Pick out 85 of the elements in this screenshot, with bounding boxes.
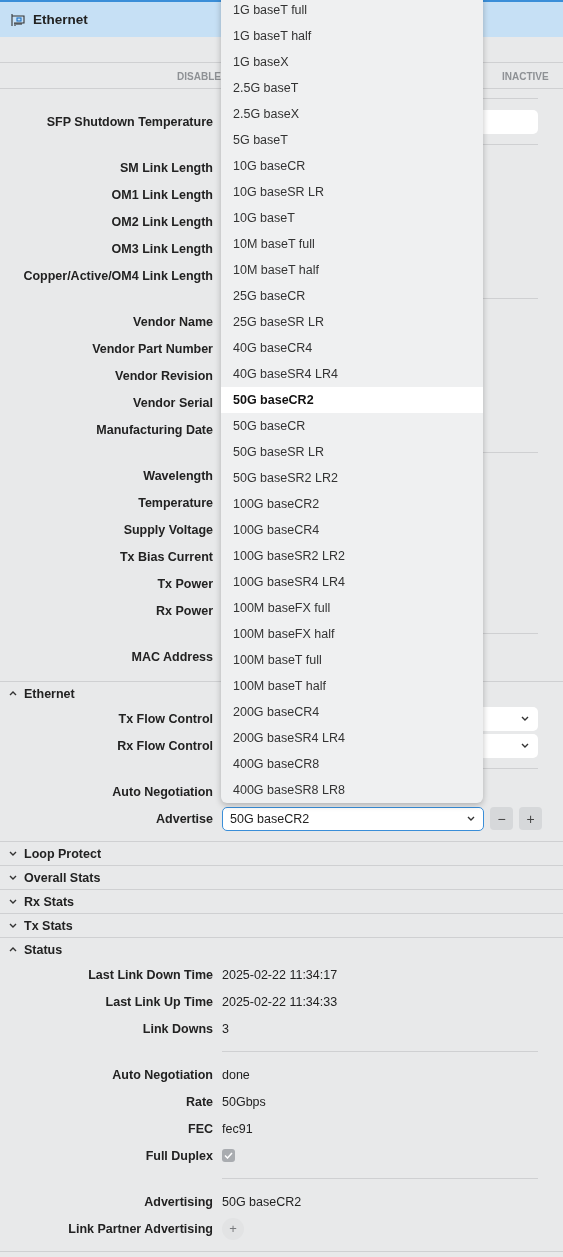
dropdown-option[interactable]: 400G baseSR8 LR8 bbox=[221, 777, 483, 803]
field-value: 2025-02-22 11:34:33 bbox=[222, 994, 338, 1009]
field-label: OM2 Link Length bbox=[110, 214, 213, 229]
dropdown-option[interactable]: 10G baseCR bbox=[221, 153, 483, 179]
field-label: Tx Flow Control bbox=[117, 711, 213, 726]
field-label: Vendor Part Number bbox=[91, 341, 213, 356]
dropdown-option[interactable]: 1G baseT half bbox=[221, 23, 483, 49]
dropdown-option[interactable]: 50G baseCR2 bbox=[221, 387, 483, 413]
dropdown-option[interactable]: 100G baseCR2 bbox=[221, 491, 483, 517]
status-label: INACTIVE bbox=[502, 71, 549, 82]
field-label: Tx Bias Current bbox=[118, 549, 213, 564]
select-field[interactable]: 50G baseCR2 bbox=[222, 806, 484, 831]
section-header[interactable]: Loop Protect bbox=[24, 846, 102, 861]
section-header[interactable]: Status bbox=[24, 942, 63, 957]
field-value: 2025-02-22 11:34:17 bbox=[222, 967, 338, 982]
field-label: SFP Shutdown Temperature bbox=[45, 114, 213, 129]
field-label: Advertise bbox=[155, 811, 213, 826]
remove-button[interactable]: − bbox=[490, 807, 513, 830]
dropdown-option[interactable]: 100M baseT full bbox=[221, 647, 483, 673]
field-value: 50G baseCR2 bbox=[222, 1194, 302, 1209]
section-header[interactable]: Tx Stats bbox=[24, 918, 73, 933]
dropdown-option[interactable]: 200G baseSR4 LR4 bbox=[221, 725, 483, 751]
field-label: Manufacturing Date bbox=[95, 422, 213, 437]
field-label: Vendor Revision bbox=[114, 368, 213, 383]
dropdown-option[interactable]: 2.5G baseX bbox=[221, 101, 483, 127]
field-label: OM1 Link Length bbox=[110, 187, 213, 202]
dropdown-option[interactable]: 5G baseT bbox=[221, 127, 483, 153]
dropdown-option[interactable]: 25G baseSR LR bbox=[221, 309, 483, 335]
field-label: Link Partner Advertising bbox=[67, 1221, 213, 1236]
field-label: MAC Address bbox=[130, 649, 213, 664]
field-label: Full Duplex bbox=[144, 1148, 213, 1163]
field-value: fec91 bbox=[222, 1121, 253, 1136]
dropdown-option[interactable]: 10M baseT full bbox=[221, 231, 483, 257]
dropdown-option[interactable]: 1G baseX bbox=[221, 49, 483, 75]
chevron-down-icon bbox=[467, 816, 475, 821]
dropdown-option[interactable]: 1G baseT full bbox=[221, 0, 483, 23]
field-label: Rate bbox=[184, 1094, 213, 1109]
section-header[interactable]: Rx Stats bbox=[24, 894, 75, 909]
section-header[interactable]: Overall Stats bbox=[24, 870, 101, 885]
field-label: OM3 Link Length bbox=[110, 241, 213, 256]
dropdown-option[interactable]: 50G baseSR2 LR2 bbox=[221, 465, 483, 491]
field-label: Rx Power bbox=[155, 603, 213, 618]
field-value: done bbox=[222, 1067, 250, 1082]
dropdown-option[interactable]: 100G baseCR4 bbox=[221, 517, 483, 543]
field-label: Supply Voltage bbox=[122, 522, 213, 537]
dropdown-option[interactable]: 10G baseSR LR bbox=[221, 179, 483, 205]
field-label: Tx Power bbox=[156, 576, 213, 591]
field-label: Last Link Down Time bbox=[87, 967, 213, 982]
dropdown-option[interactable]: 100M baseFX half bbox=[221, 621, 483, 647]
section-header[interactable]: Ethernet bbox=[24, 686, 75, 701]
field-label: Advertising bbox=[143, 1194, 213, 1209]
dropdown-option[interactable]: 10M baseT half bbox=[221, 257, 483, 283]
network-card-icon bbox=[11, 12, 25, 27]
field-label: Temperature bbox=[137, 495, 213, 510]
dropdown-option[interactable]: 10G baseT bbox=[221, 205, 483, 231]
dropdown-option[interactable]: 40G baseCR4 bbox=[221, 335, 483, 361]
field-label: Link Downs bbox=[141, 1021, 213, 1036]
field-label: Copper/Active/OM4 Link Length bbox=[22, 268, 213, 283]
chevron-down-icon bbox=[521, 743, 529, 748]
dropdown-option[interactable]: 100M baseFX full bbox=[221, 595, 483, 621]
field-label: Auto Negotiation bbox=[111, 784, 213, 799]
dropdown-option[interactable]: 50G baseSR LR bbox=[221, 439, 483, 465]
dropdown-option[interactable]: 100G baseSR4 LR4 bbox=[221, 569, 483, 595]
window-title: Ethernet bbox=[33, 12, 88, 27]
field-label: Vendor Serial bbox=[132, 395, 213, 410]
field-label: Rx Flow Control bbox=[116, 738, 213, 753]
dropdown-option[interactable]: 2.5G baseT bbox=[221, 75, 483, 101]
dropdown-option[interactable]: 40G baseSR4 LR4 bbox=[221, 361, 483, 387]
status-label: DISABLE bbox=[177, 71, 221, 82]
field-label: Last Link Up Time bbox=[104, 994, 213, 1009]
dropdown-option[interactable]: 50G baseCR bbox=[221, 413, 483, 439]
field-label: FEC bbox=[187, 1121, 213, 1136]
dropdown-option[interactable]: 100G baseSR2 LR2 bbox=[221, 543, 483, 569]
field-value: 3 bbox=[222, 1021, 229, 1036]
field-label: Vendor Name bbox=[132, 314, 213, 329]
field-label: SM Link Length bbox=[118, 160, 213, 175]
field-label: Wavelength bbox=[142, 468, 213, 483]
add-button[interactable]: + bbox=[519, 807, 542, 830]
field-label: Auto Negotiation bbox=[111, 1067, 213, 1082]
dropdown-option[interactable]: 200G baseCR4 bbox=[221, 699, 483, 725]
chevron-down-icon bbox=[521, 716, 529, 721]
dropdown-option[interactable]: 25G baseCR bbox=[221, 283, 483, 309]
dropdown-option[interactable]: 400G baseCR8 bbox=[221, 751, 483, 777]
field-value: 50Gbps bbox=[222, 1094, 266, 1109]
dropdown-option[interactable]: 100M baseT half bbox=[221, 673, 483, 699]
